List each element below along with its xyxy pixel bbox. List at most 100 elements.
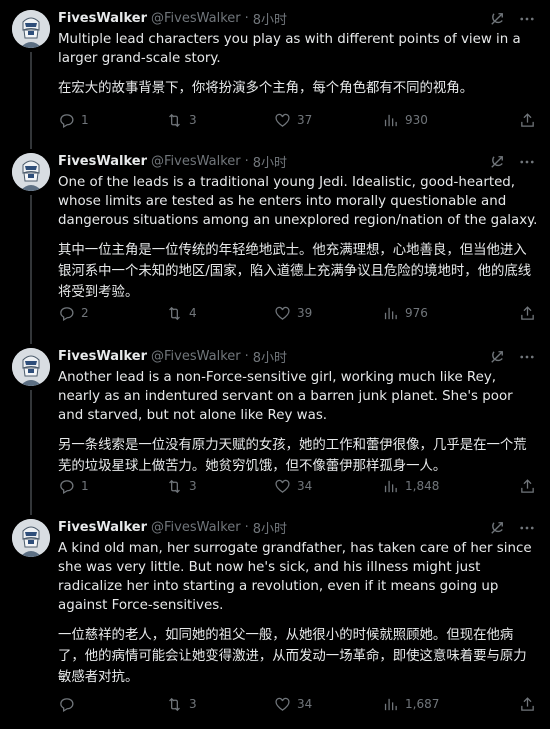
tweet[interactable]: FivesWalker @FivesWalker · 8小时 A kind ol… [0, 509, 550, 729]
like-button[interactable]: 39 [274, 305, 382, 322]
avatar[interactable] [12, 10, 50, 48]
thread-line [30, 195, 32, 344]
avatar[interactable] [12, 519, 50, 557]
timestamp[interactable]: 8小时 [253, 518, 287, 537]
clone-trooper-avatar-icon [12, 10, 50, 48]
tweet-text-english: A kind old man, her surrogate grandfathe… [58, 541, 532, 613]
share-icon [521, 305, 534, 320]
like-count: 34 [297, 697, 313, 711]
share-icon [521, 112, 534, 127]
reply-icon [60, 113, 74, 128]
views-count: 1,848 [405, 479, 440, 493]
clone-trooper-avatar-icon [12, 348, 50, 386]
tweet-header-icons [488, 153, 536, 171]
reply-button[interactable]: 1 [58, 112, 166, 129]
tweet-text-english: Another lead is a non-Force-sensitive gi… [58, 370, 513, 423]
views-count: 976 [405, 306, 428, 320]
grok-icon[interactable] [488, 10, 506, 28]
like-icon [275, 479, 290, 493]
share-icon [521, 696, 534, 711]
more-icon[interactable] [518, 519, 536, 537]
share-button[interactable] [519, 112, 536, 129]
like-button[interactable]: 34 [274, 478, 382, 495]
retweet-button[interactable]: 3 [166, 478, 274, 495]
views-icon [384, 698, 397, 710]
tweet-actions: 2 4 39 976 [58, 303, 536, 323]
like-button[interactable]: 37 [274, 112, 382, 129]
tweet[interactable]: FivesWalker @FivesWalker · 8小时 Another l… [0, 338, 550, 515]
display-name[interactable]: FivesWalker [58, 349, 147, 364]
display-name[interactable]: FivesWalker [58, 154, 147, 169]
separator-dot: · [244, 10, 249, 26]
thread-line [30, 52, 32, 149]
retweet-icon [169, 113, 180, 127]
retweet-button[interactable]: 3 [166, 112, 274, 129]
tweet-header: FivesWalker @FivesWalker · 8小时 [58, 346, 538, 366]
display-name[interactable]: FivesWalker [58, 11, 147, 26]
retweet-count: 4 [189, 306, 197, 320]
timestamp[interactable]: 8小时 [253, 152, 287, 171]
tweet-text-chinese: 在宏大的故事背景下，你将扮演多个主角，每个角色都有不同的视角。 [58, 81, 474, 96]
share-icon [521, 478, 534, 493]
clone-trooper-avatar-icon [12, 519, 50, 557]
like-icon [275, 113, 290, 127]
tweet-header: FivesWalker @FivesWalker · 8小时 [58, 8, 538, 28]
like-button[interactable]: 34 [274, 696, 382, 713]
retweet-button[interactable]: 3 [166, 696, 274, 713]
more-icon[interactable] [518, 153, 536, 171]
timestamp[interactable]: 8小时 [253, 347, 287, 366]
timestamp[interactable]: 8小时 [253, 9, 287, 28]
avatar[interactable] [12, 348, 50, 386]
views-icon [384, 480, 397, 492]
like-icon [275, 697, 290, 711]
retweet-icon [169, 479, 180, 493]
reply-button[interactable]: 2 [58, 305, 166, 322]
retweet-icon [169, 306, 180, 320]
tweet-header-icons [488, 10, 536, 28]
tweet-header: FivesWalker @FivesWalker · 8小时 [58, 517, 538, 537]
user-handle[interactable]: @FivesWalker [151, 154, 241, 169]
reply-count: 2 [81, 306, 89, 320]
reply-count: 1 [81, 479, 89, 493]
reply-button[interactable] [58, 696, 166, 713]
share-button[interactable] [519, 696, 536, 713]
views-button[interactable]: 1,848 [382, 478, 492, 495]
user-handle[interactable]: @FivesWalker [151, 11, 241, 26]
grok-icon[interactable] [488, 348, 506, 366]
tweet-text-english: One of the leads is a traditional young … [58, 175, 538, 228]
views-count: 1,687 [405, 697, 440, 711]
tweet[interactable]: FivesWalker @FivesWalker · 8小时 Multiple … [0, 0, 550, 149]
tweet-header-icons [488, 519, 536, 537]
thread-line [30, 390, 32, 515]
separator-dot: · [244, 153, 249, 169]
tweet-text-chinese: 一位慈祥的老人，如同她的祖父一般，从她很小的时候就照顾她。但现在他病了，他的病情… [58, 628, 527, 685]
views-icon [384, 114, 397, 126]
clone-trooper-avatar-icon [12, 153, 50, 191]
more-icon[interactable] [518, 10, 536, 28]
tweet-header-icons [488, 348, 536, 366]
avatar[interactable] [12, 153, 50, 191]
views-button[interactable]: 976 [382, 305, 492, 322]
views-button[interactable]: 1,687 [382, 696, 492, 713]
share-button[interactable] [519, 305, 536, 322]
display-name[interactable]: FivesWalker [58, 520, 147, 535]
retweet-count: 3 [189, 697, 197, 711]
retweet-icon [169, 697, 180, 711]
more-icon[interactable] [518, 348, 536, 366]
views-icon [384, 307, 397, 319]
tweet-actions: 1 3 34 1,848 [58, 476, 536, 496]
thread-feed: FivesWalker @FivesWalker · 8小时 Multiple … [0, 0, 550, 729]
tweet[interactable]: FivesWalker @FivesWalker · 8小时 One of th… [0, 143, 550, 344]
retweet-button[interactable]: 4 [166, 305, 274, 322]
grok-icon[interactable] [488, 519, 506, 537]
reply-icon [60, 306, 74, 321]
user-handle[interactable]: @FivesWalker [151, 349, 241, 364]
grok-icon[interactable] [488, 153, 506, 171]
reply-button[interactable]: 1 [58, 478, 166, 495]
share-button[interactable] [519, 478, 536, 495]
separator-dot: · [244, 348, 249, 364]
user-handle[interactable]: @FivesWalker [151, 520, 241, 535]
views-button[interactable]: 930 [382, 112, 492, 129]
reply-icon [60, 697, 74, 712]
tweet-text-english: Multiple lead characters you play as wit… [58, 32, 521, 66]
